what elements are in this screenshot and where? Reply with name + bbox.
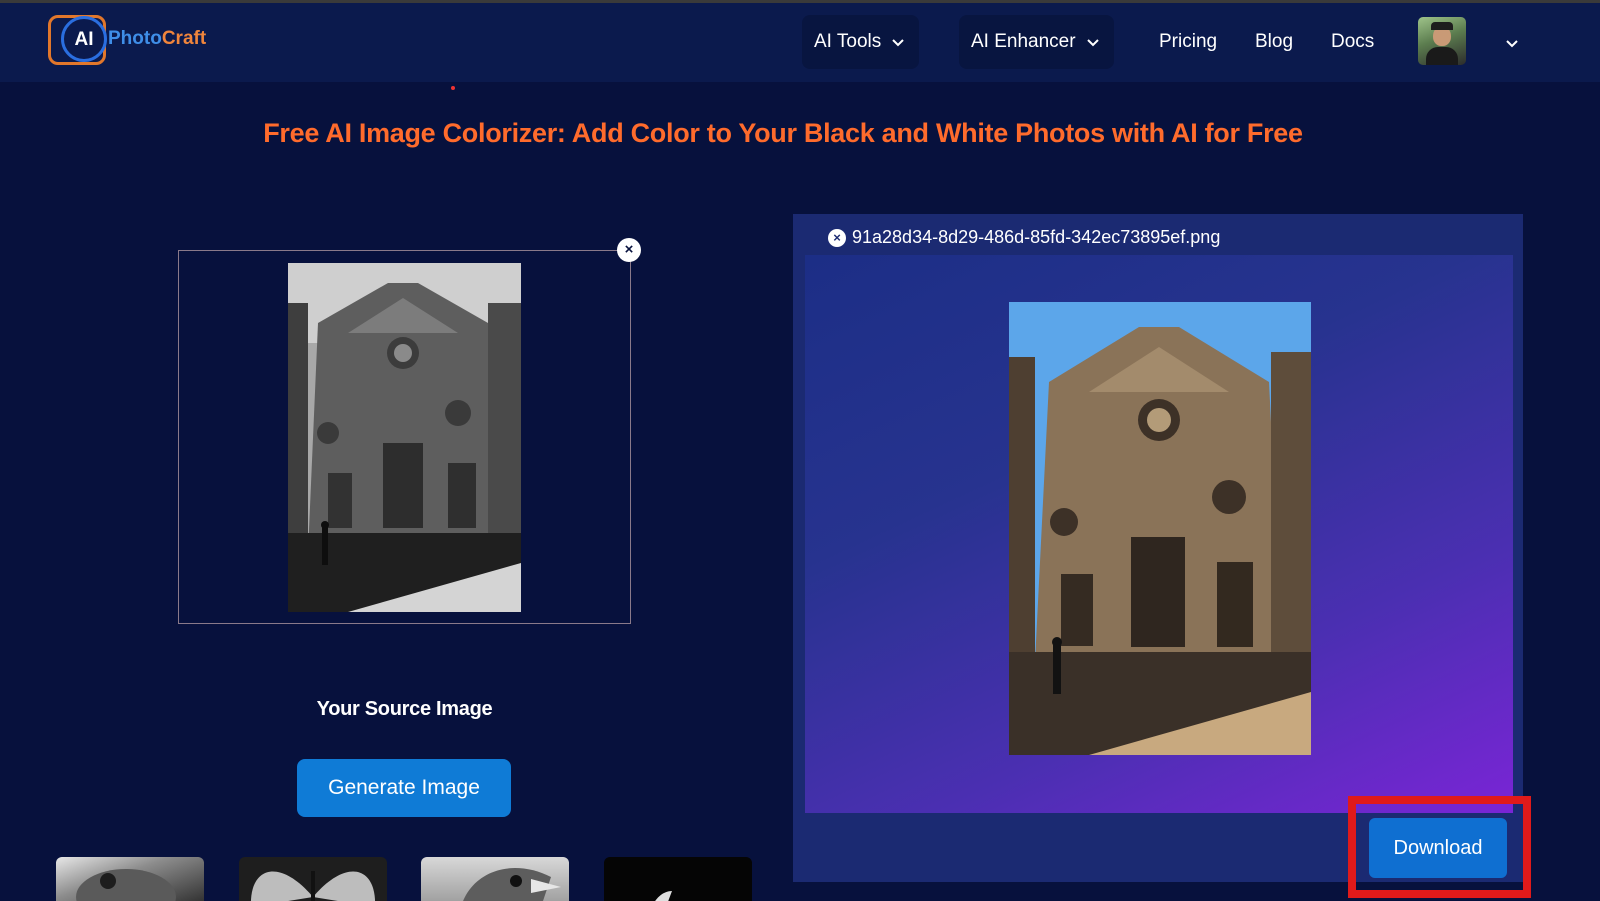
nav-ai-enhancer-label: AI Enhancer [971, 31, 1076, 52]
logo-word-photo: Photo [108, 28, 162, 49]
nav-blog-link[interactable]: Blog [1255, 31, 1293, 53]
nav-ai-tools-dropdown[interactable]: AI Tools [802, 15, 920, 69]
chevron-down-icon [892, 39, 904, 47]
nav-ai-tools-label: AI Tools [814, 31, 882, 52]
source-image-frame [178, 250, 631, 624]
logo-wordmark: PhotoCraft [108, 28, 206, 50]
remove-result-close-icon[interactable]: × [828, 229, 846, 247]
example-thumbnail-bird[interactable] [421, 857, 569, 901]
chevron-down-icon [1086, 39, 1099, 47]
download-button[interactable]: Download [1369, 818, 1507, 878]
example-thumbnail-frog[interactable] [56, 857, 204, 901]
chevron-down-icon[interactable] [1504, 35, 1520, 51]
photocraft-logo[interactable]: AI PhotoCraft [46, 9, 226, 65]
remove-source-image-close-icon[interactable]: × [617, 238, 641, 262]
result-panel: × 91a28d34-8d29-486d-85fd-342ec73895ef.p… [793, 214, 1523, 882]
example-thumbnail-butterfly[interactable] [239, 857, 387, 901]
user-avatar[interactable] [1418, 17, 1466, 65]
decorative-dot [451, 86, 455, 90]
nav-pricing-link[interactable]: Pricing [1159, 31, 1217, 53]
result-file-name: 91a28d34-8d29-486d-85fd-342ec73895ef.png [852, 227, 1221, 247]
nav-ai-enhancer-dropdown[interactable]: AI Enhancer [959, 15, 1114, 69]
colorized-image [1009, 302, 1311, 755]
logo-ring: AI [61, 16, 107, 62]
site-header: AI PhotoCraft AI Tools AI Enhancer Prici… [0, 3, 1600, 82]
page-title: Free AI Image Colorizer: Add Color to Yo… [263, 118, 1303, 148]
example-thumbnail-dark[interactable] [604, 857, 752, 901]
logo-ai-text: AI [74, 29, 94, 50]
generate-image-button[interactable]: Generate Image [297, 759, 511, 817]
result-preview-area [805, 255, 1513, 813]
source-image-label: Your Source Image [316, 698, 493, 720]
source-image [288, 263, 521, 612]
nav-docs-link[interactable]: Docs [1331, 31, 1374, 53]
logo-word-craft: Craft [161, 28, 207, 49]
